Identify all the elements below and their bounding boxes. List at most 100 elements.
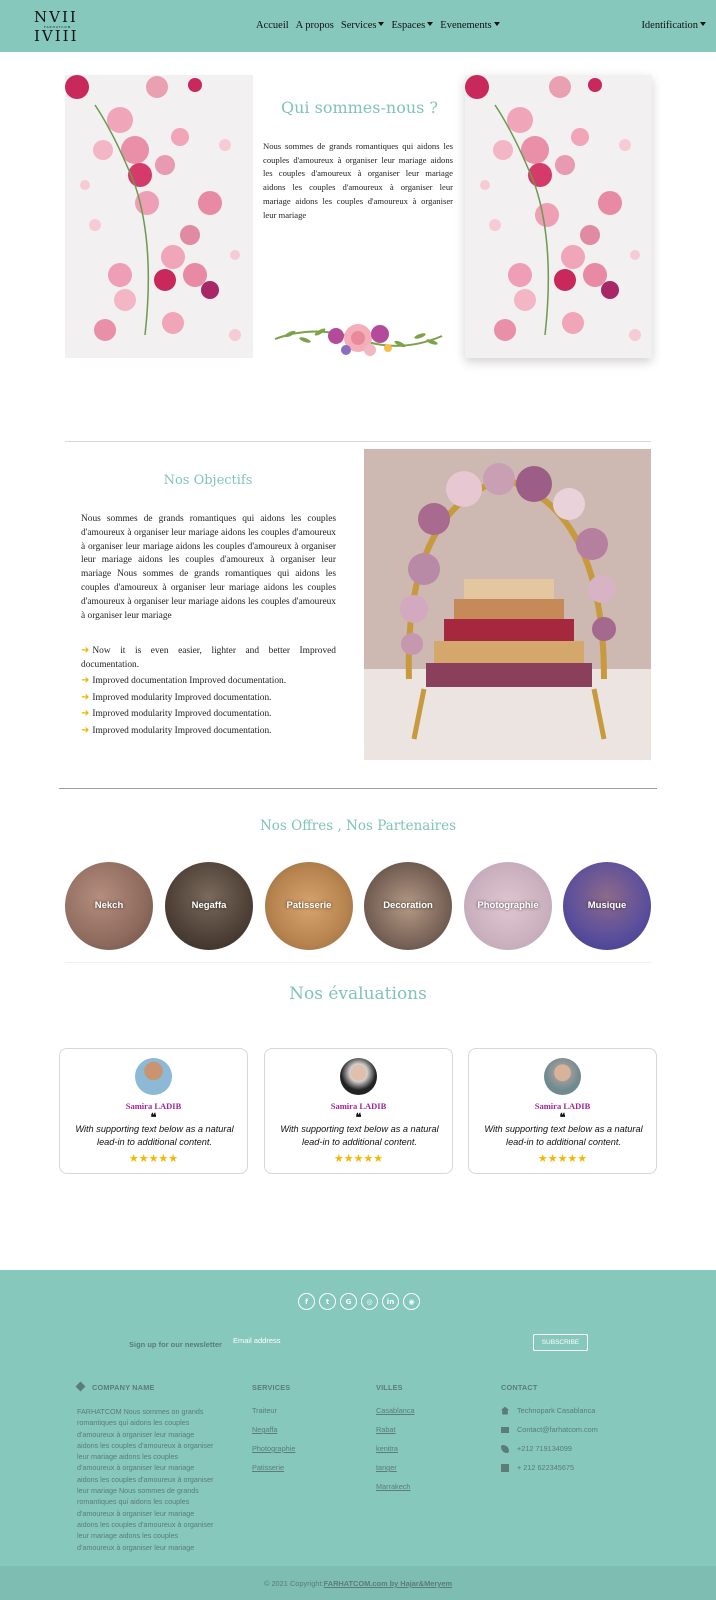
menu-item-apropos[interactable]: A propos: [296, 20, 334, 31]
offer-patisserie[interactable]: Patisserie: [265, 862, 353, 950]
footer-link-patisserie[interactable]: Patisserie: [252, 1463, 295, 1472]
avatar: [544, 1058, 581, 1095]
services-title: SERVICES: [252, 1383, 291, 1392]
menu-item-espaces[interactable]: Espaces: [391, 20, 433, 31]
contact-email: Contact@farhatcom.com: [501, 1425, 598, 1434]
gem-icon: [75, 1381, 86, 1392]
about-text: Nous sommes de grands romantiques qui ai…: [263, 141, 453, 220]
github-icon[interactable]: ◉: [403, 1293, 420, 1310]
contact-title: CONTACT: [501, 1383, 538, 1392]
logo-line-1: NVII: [34, 8, 78, 26]
main-menu: Accueil A propos Services Espaces Evenem…: [256, 20, 507, 31]
footer-link-traiteur[interactable]: Traiteur: [252, 1406, 295, 1415]
menu-services-label: Services: [340, 20, 377, 31]
review-card: Samira LADIB ❝ With supporting text belo…: [59, 1048, 248, 1174]
arrow-right-icon: ➜: [81, 724, 90, 736]
footer-link-tanger[interactable]: tanger: [376, 1463, 415, 1472]
footer-link-rabat[interactable]: Rabat: [376, 1425, 415, 1434]
reviewer-name: Samira LADIB: [534, 1101, 591, 1111]
contact-fax: + 212 622345675: [501, 1463, 598, 1472]
list-item: ➜ Improved modularity Improved documentat…: [81, 707, 336, 722]
print-icon: [501, 1463, 509, 1472]
newsletter-email-input[interactable]: [233, 1333, 513, 1347]
twitter-icon[interactable]: t: [319, 1293, 336, 1310]
arrow-right-icon: ➜: [81, 708, 90, 720]
reviewer-name: Samira LADIB: [330, 1101, 387, 1111]
objective-item-text: Improved modularity Improved documentati…: [92, 692, 272, 703]
footer-services: SERVICES Traiteur Negaffa Photographie P…: [252, 1383, 295, 1482]
list-item: ➜ Improved modularity Improved documentat…: [81, 724, 336, 739]
list-item: ➜ Improved modularity Improved documentat…: [81, 691, 336, 706]
footer-link-photographie[interactable]: Photographie: [252, 1444, 295, 1453]
offer-musique[interactable]: Musique: [563, 862, 651, 950]
social-links: f t G ◎ in ◉: [298, 1293, 420, 1310]
logo[interactable]: NVII FARHATCOM IVIII: [34, 10, 88, 44]
google-icon[interactable]: G: [340, 1293, 357, 1310]
instagram-icon[interactable]: ◎: [361, 1293, 378, 1310]
contact-fax-text: + 212 622345675: [517, 1463, 575, 1472]
objectives-title: Nos Objectifs: [163, 473, 253, 488]
contact-phone-text: +212 719134099: [517, 1444, 572, 1453]
copyright-link[interactable]: FARHATCOM.com by Hajar&Meryem: [324, 1579, 452, 1588]
offer-nekch[interactable]: Nekch: [65, 862, 153, 950]
section-divider: [59, 788, 657, 789]
offer-negaffa[interactable]: Negaffa: [165, 862, 253, 950]
about-title: Qui sommes-nous ?: [280, 98, 438, 117]
offer-decoration[interactable]: Decoration: [364, 862, 452, 950]
chocolate-cart-image: [364, 449, 651, 760]
objectives-text: Nous sommes de grands romantiques qui ai…: [81, 514, 336, 621]
offer-photographie[interactable]: Photographie: [464, 862, 552, 950]
identification-label: Identification: [641, 20, 698, 31]
avatar: [135, 1058, 172, 1095]
offer-label: Nekch: [94, 900, 124, 911]
subscribe-button[interactable]: SUBSCRIBE: [533, 1334, 588, 1351]
objective-item-text: Improved modularity Improved documentati…: [92, 725, 272, 736]
arrow-right-icon: ➜: [81, 675, 90, 687]
newsletter-label: Sign up for our newsletter: [129, 1340, 222, 1349]
linkedin-icon[interactable]: in: [382, 1293, 399, 1310]
roses-image-right: [465, 75, 652, 358]
review-card: Samira LADIB ❝ With supporting text belo…: [264, 1048, 453, 1174]
star-rating: ★★★★★: [537, 1152, 588, 1165]
footer-company: COMPANY NAME FARHATCOM Nous sommes on gr…: [75, 1381, 217, 1553]
menu-item-evenements[interactable]: Evenements: [440, 20, 499, 31]
menu-evenements-label: Evenements: [440, 20, 492, 31]
review-text: With supporting text below as a natural …: [280, 1124, 439, 1147]
offer-label: Photographie: [477, 900, 539, 911]
avatar: [340, 1058, 377, 1095]
offer-label: Decoration: [383, 900, 433, 911]
contact-phone: +212 719134099: [501, 1444, 598, 1453]
list-item: ➜ Now it is even easier, lighter and bett…: [81, 644, 336, 672]
company-text: FARHATCOM Nous sommes on grands romantiq…: [77, 1407, 214, 1552]
footer-link-casablanca[interactable]: Casablanca: [376, 1406, 415, 1415]
review-text: With supporting text below as a natural …: [75, 1124, 234, 1147]
facebook-icon[interactable]: f: [298, 1293, 315, 1310]
villes-title: VILLES: [376, 1383, 403, 1392]
list-item: ➜ Improved documentation Improved documen…: [81, 674, 336, 689]
footer-villes: VILLES Casablanca Rabat kenitra tanger M…: [376, 1383, 415, 1501]
copyright-bar: © 2021 Copyright:FARHATCOM.com by Hajar&…: [0, 1566, 716, 1600]
reviews-title: Nos évaluations: [289, 984, 427, 1004]
copyright-prefix: © 2021 Copyright:: [263, 1579, 324, 1588]
phone-icon: [501, 1444, 509, 1453]
contact-address-text: Technopark Casablanca: [517, 1406, 596, 1415]
home-icon: [501, 1406, 509, 1415]
identification-dropdown[interactable]: Identification: [641, 20, 706, 31]
offer-label: Musique: [587, 900, 627, 911]
company-heading: COMPANY NAME: [75, 1381, 217, 1392]
footer-contact: CONTACT Technopark Casablanca Contact@fa…: [501, 1383, 598, 1482]
objectives-list: ➜ Now it is even easier, lighter and bett…: [81, 644, 336, 741]
offer-label: Negaffa: [191, 900, 227, 911]
menu-item-accueil[interactable]: Accueil: [256, 20, 289, 31]
footer-link-negaffa[interactable]: Negaffa: [252, 1425, 295, 1434]
roses-image-left: [65, 75, 253, 358]
review-text: With supporting text below as a natural …: [484, 1124, 643, 1147]
footer-link-marrakech[interactable]: Marrakech: [376, 1482, 415, 1491]
section-divider: [65, 962, 651, 963]
menu-espaces-label: Espaces: [391, 20, 426, 31]
footer-link-kenitra[interactable]: kenitra: [376, 1444, 415, 1453]
objective-item-text: Improved modularity Improved documentati…: [92, 709, 272, 720]
contact-address: Technopark Casablanca: [501, 1406, 598, 1415]
footer: f t G ◎ in ◉ Sign up for our newsletter …: [0, 1270, 716, 1566]
menu-item-services[interactable]: Services: [341, 20, 385, 31]
